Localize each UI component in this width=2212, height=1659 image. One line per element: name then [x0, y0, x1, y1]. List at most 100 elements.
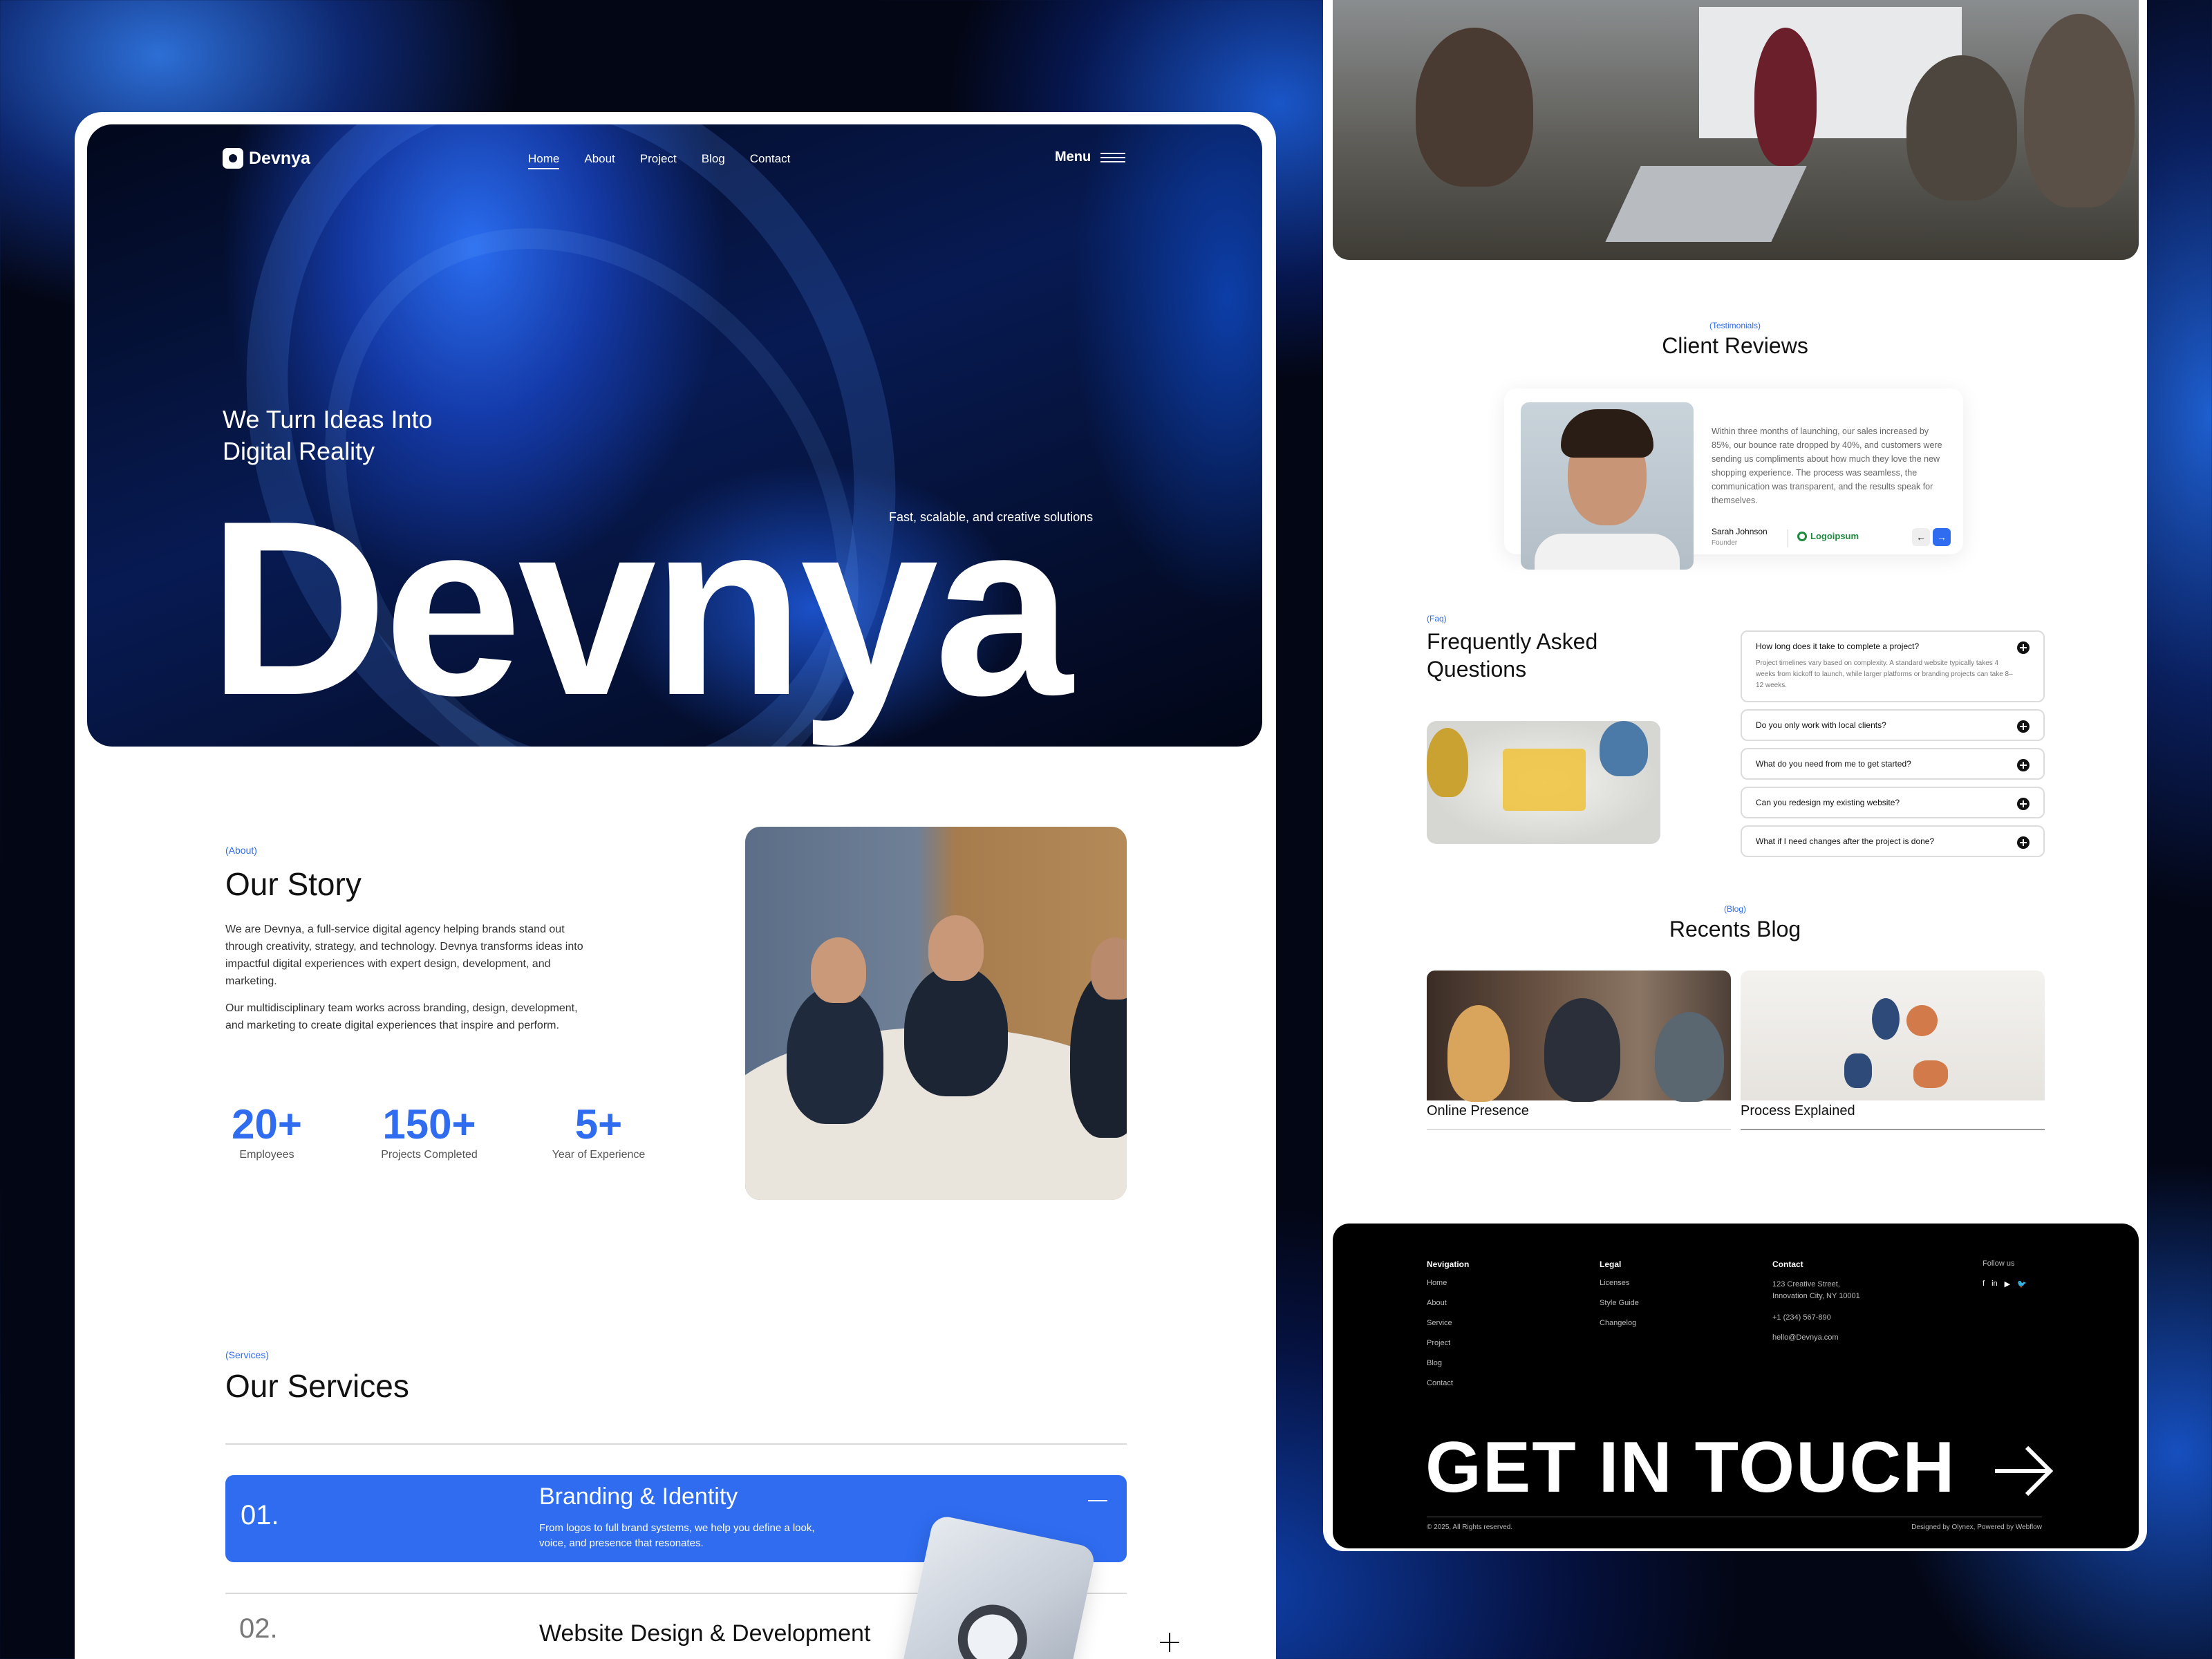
footer-heading: Contact: [1772, 1259, 1803, 1269]
footer-nav-column: Nevigation Home About Service Project Bl…: [1427, 1259, 1469, 1399]
nav-project[interactable]: Project: [640, 152, 677, 169]
stat-item: 150+ Projects Completed: [364, 1100, 495, 1161]
inner-pages-panel: (Testimonials) Client Reviews Within thr…: [1323, 0, 2147, 1551]
next-arrow-icon[interactable]: →: [1933, 528, 1951, 546]
footer-link[interactable]: Home: [1427, 1279, 1469, 1288]
faq-question: What do you need from me to get started?: [1756, 759, 1911, 769]
footer-link[interactable]: Contact: [1427, 1379, 1469, 1388]
testimonial-card: Within three months of launching, our sa…: [1504, 388, 1963, 570]
photo-decoration: [1906, 55, 2017, 200]
section-title: Frequently Asked Questions: [1427, 629, 1598, 682]
brand-logo[interactable]: Devnya: [223, 148, 310, 169]
logo-icon: [223, 148, 243, 169]
menu-button[interactable]: Menu: [1055, 149, 1126, 165]
reviewer-name: Sarah Johnson: [1712, 527, 1768, 536]
faq-answer: Project timelines vary based on complexi…: [1756, 659, 2013, 689]
photo-decoration: [1605, 166, 1807, 242]
office-meeting-photo: [1333, 0, 2139, 260]
nav-contact[interactable]: Contact: [750, 152, 791, 169]
nav-about[interactable]: About: [584, 152, 615, 169]
photo-decoration: [1872, 998, 1900, 1040]
expand-icon[interactable]: [1160, 1633, 1179, 1652]
stat-label: Year of Experience: [552, 1149, 646, 1161]
toggle-icon[interactable]: [2017, 720, 2030, 733]
blog-image: [1427, 971, 1731, 1102]
social-links: f in ▶ 🐦: [1983, 1280, 2027, 1288]
photo-decoration: [1503, 749, 1586, 811]
section-title: Our Services: [225, 1368, 409, 1404]
facebook-icon[interactable]: f: [1983, 1280, 1985, 1288]
stat-value: 20+: [232, 1101, 302, 1147]
photo-decoration: [1655, 1012, 1724, 1102]
footer-link[interactable]: Changelog: [1600, 1319, 1639, 1328]
copyright: © 2025, All Rights reserved.: [1427, 1524, 1513, 1531]
faq-item[interactable]: What do you need from me to get started?: [1741, 748, 2045, 780]
homepage-panel: Devnya Home About Project Blog Contact M…: [75, 112, 1276, 1659]
stat-label: Employees: [239, 1149, 294, 1161]
story-paragraph: Our multidisciplinary team works across …: [225, 1002, 578, 1031]
section-tag: (Blog): [1723, 904, 1746, 914]
stat-item: 5+ Year of Experience: [536, 1100, 661, 1161]
faq-item[interactable]: Can you redesign my existing website?: [1741, 787, 2045, 818]
service-number: 02.: [239, 1613, 278, 1644]
faq-question: Can you redesign my existing website?: [1756, 798, 1900, 807]
reviewer-role: Founder: [1712, 539, 1738, 547]
client-logo-text: Logoipsum: [1810, 531, 1859, 541]
service-title[interactable]: Website Design & Development: [539, 1620, 870, 1647]
client-logo: Logoipsum: [1797, 531, 1859, 541]
nav-home[interactable]: Home: [528, 152, 560, 169]
section-tag: (Faq): [1427, 614, 1447, 624]
faq-item[interactable]: Do you only work with local clients?: [1741, 709, 2045, 741]
footer-link[interactable]: Service: [1427, 1319, 1469, 1328]
prev-arrow-icon[interactable]: ←: [1912, 528, 1930, 546]
hero-big-title: Devnya: [208, 469, 1073, 747]
toggle-icon[interactable]: [2017, 759, 2030, 771]
photo-decoration: [1906, 1005, 1938, 1036]
footer-email[interactable]: hello@Devnya.com: [1772, 1333, 1869, 1342]
faq-list: How long does it take to complete a proj…: [1741, 630, 2045, 864]
get-in-touch-cta[interactable]: GET IN TOUCH: [1425, 1427, 1956, 1509]
blog-title: Process Explained: [1741, 1103, 2045, 1130]
team-meeting-photo: [745, 827, 1127, 1200]
arrow-right-icon[interactable]: [1992, 1443, 2054, 1499]
photo-decoration: [1427, 728, 1468, 797]
footer-contact-column: Contact 123 Creative Street, Innovation …: [1772, 1259, 1869, 1353]
footer-phone[interactable]: +1 (234) 567-890: [1772, 1313, 1869, 1322]
menu-label: Menu: [1055, 149, 1091, 165]
blog-card[interactable]: Process Explained: [1741, 971, 2045, 1130]
photo-decoration: [904, 965, 1008, 1096]
collapse-icon[interactable]: [1088, 1500, 1107, 1501]
footer-link[interactable]: About: [1427, 1299, 1469, 1308]
photo-decoration: [1091, 937, 1127, 1000]
service-description: From logos to full brand systems, we hel…: [539, 1522, 815, 1549]
divider: [225, 1443, 1127, 1445]
footer-link[interactable]: Blog: [1427, 1359, 1469, 1368]
blog-card[interactable]: Online Presence: [1427, 971, 1731, 1130]
nav-blog[interactable]: Blog: [702, 152, 725, 169]
photo-decoration: [1447, 1005, 1510, 1102]
footer-address: 123 Creative Street, Innovation City, NY…: [1772, 1280, 1860, 1300]
footer-link[interactable]: Licenses: [1600, 1279, 1639, 1288]
hero-section: Devnya Home About Project Blog Contact M…: [87, 124, 1262, 747]
toggle-icon[interactable]: [2017, 798, 2030, 810]
story-paragraph: We are Devnya, a full-service digital ag…: [225, 924, 583, 987]
footer-heading: Legal: [1600, 1259, 1622, 1269]
footer-link[interactable]: Project: [1427, 1339, 1469, 1348]
twitter-icon[interactable]: 🐦: [2017, 1280, 2027, 1288]
linkedin-icon[interactable]: in: [1991, 1280, 1998, 1288]
photo-decoration: [1600, 721, 1648, 776]
credit: Designed by Olynex, Powered by Webflow: [1911, 1524, 2042, 1531]
section-title: Recents Blog: [1669, 917, 1801, 941]
faq-item[interactable]: How long does it take to complete a proj…: [1741, 630, 2045, 702]
footer-social-column: Follow us f in ▶ 🐦: [1983, 1259, 2027, 1288]
faq-item[interactable]: What if I need changes after the project…: [1741, 825, 2045, 857]
youtube-icon[interactable]: ▶: [2005, 1280, 2010, 1288]
toggle-icon[interactable]: [2017, 836, 2030, 849]
photo-decoration: [1844, 1053, 1872, 1088]
section-title: Client Reviews: [1662, 333, 1808, 358]
photo-decoration: [811, 937, 866, 1003]
hamburger-icon: [1100, 152, 1126, 163]
footer-link[interactable]: Style Guide: [1600, 1299, 1639, 1308]
toggle-icon[interactable]: [2017, 641, 2030, 654]
footer-heading: Nevigation: [1427, 1259, 1470, 1269]
